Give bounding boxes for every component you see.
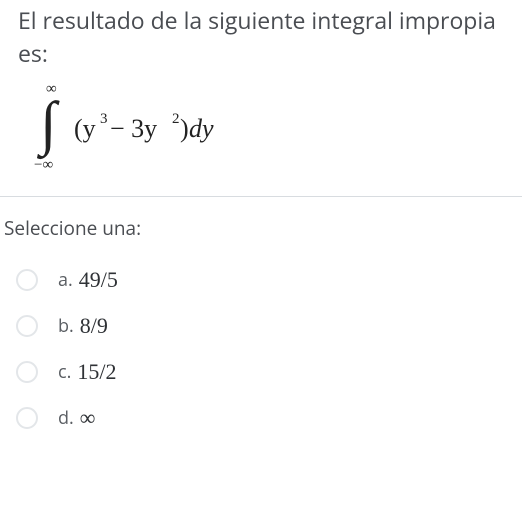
- option-d[interactable]: d. ∞: [4, 395, 518, 441]
- question-block: El resultado de la siguiente integral im…: [0, 0, 522, 197]
- svg-text:3: 3: [100, 111, 108, 127]
- integral-sign: ∫: [37, 90, 60, 160]
- svg-text:dy: dy: [189, 114, 214, 143]
- option-value: 15/2: [77, 359, 116, 385]
- option-value: 8/9: [80, 313, 108, 339]
- radio-icon[interactable]: [16, 315, 38, 337]
- option-b[interactable]: b. 8/9: [4, 303, 518, 349]
- option-letter: b.: [58, 314, 74, 338]
- option-a[interactable]: a. 49/5: [4, 257, 518, 303]
- question-text: El resultado de la siguiente integral im…: [18, 0, 504, 71]
- option-letter: c.: [58, 360, 71, 384]
- svg-text:(y: (y: [74, 114, 96, 143]
- option-value: ∞: [80, 405, 96, 431]
- svg-text:): ): [180, 114, 189, 143]
- answer-block: Seleccione una: a. 49/5 b. 8/9 c. 15/2 d…: [0, 197, 522, 445]
- radio-icon[interactable]: [16, 361, 38, 383]
- option-letter: a.: [58, 268, 73, 292]
- answer-prompt: Seleccione una:: [4, 215, 518, 241]
- radio-icon[interactable]: [16, 269, 38, 291]
- svg-text:2: 2: [172, 111, 180, 127]
- option-letter: d.: [58, 406, 74, 430]
- limit-lower: −∞: [34, 157, 53, 173]
- option-value: 49/5: [79, 267, 118, 293]
- radio-icon[interactable]: [16, 407, 38, 429]
- option-c[interactable]: c. 15/2: [4, 349, 518, 395]
- svg-text:− 3y: − 3y: [110, 114, 157, 143]
- integral-formula: ∞ −∞ ∫ (y 3 − 3y 2 ) dy: [18, 73, 221, 177]
